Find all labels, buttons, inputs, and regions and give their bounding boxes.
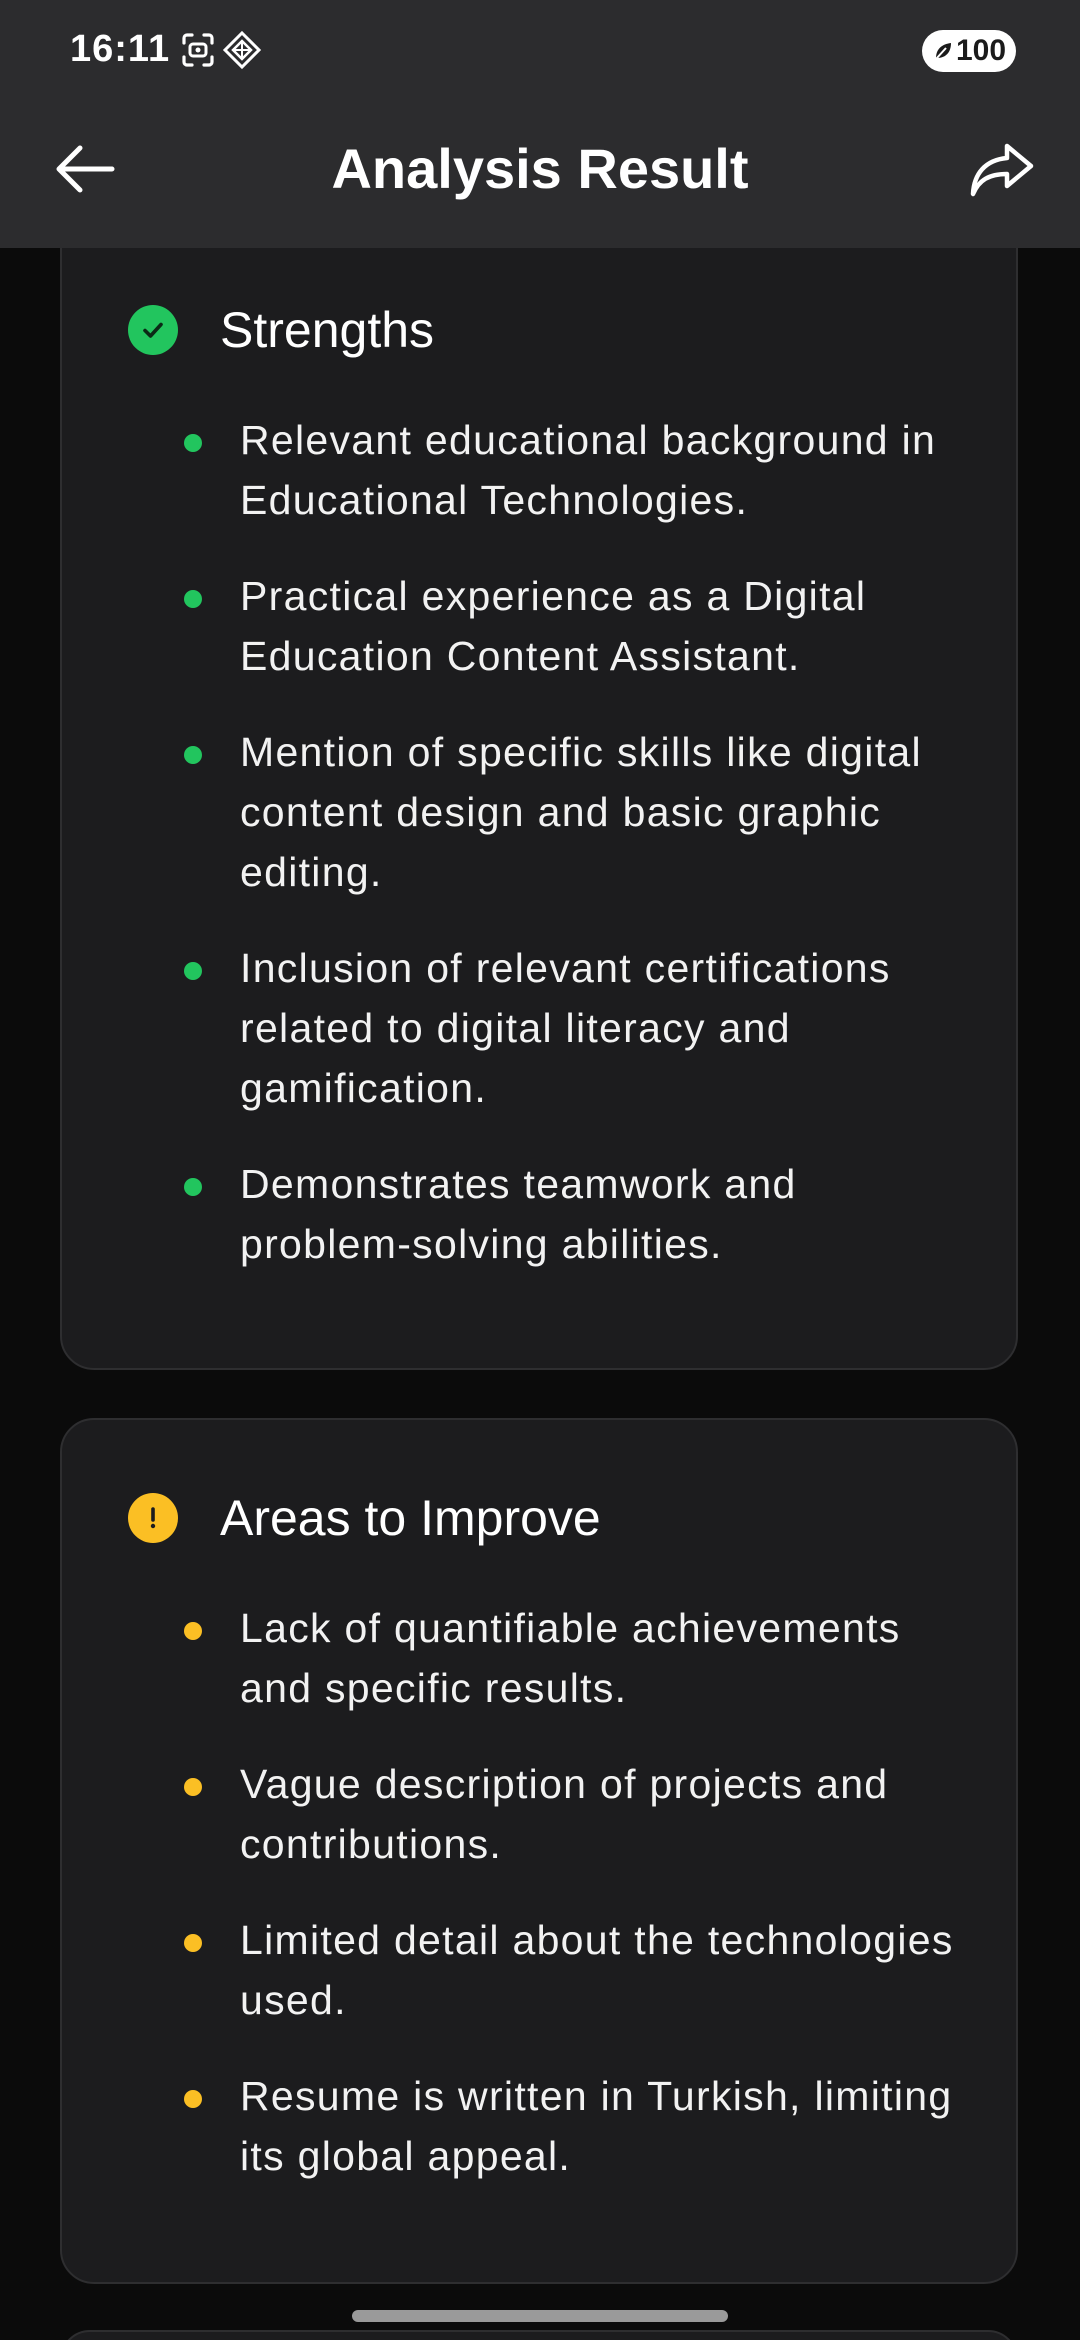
strengths-card: Strengths Relevant educational backgroun… — [60, 200, 1018, 1370]
battery-indicator: 100 — [922, 30, 1016, 72]
list-item: Lack of quantifiable achievements and sp… — [122, 1598, 976, 1718]
yellow-bullet-icon — [184, 2090, 202, 2108]
improve-text: Lack of quantifiable achievements and sp… — [240, 1605, 901, 1711]
next-card — [60, 2330, 1018, 2340]
strengths-header: Strengths — [128, 300, 434, 360]
strength-text: Mention of specific skills like digital … — [240, 729, 922, 895]
list-item: Inclusion of relevant certifications rel… — [122, 938, 976, 1118]
yellow-bullet-icon — [184, 1622, 202, 1640]
list-item: Limited detail about the technologies us… — [122, 1910, 976, 2030]
check-circle-icon — [128, 305, 178, 355]
green-bullet-icon — [184, 434, 202, 452]
improve-header: Areas to Improve — [128, 1488, 601, 1548]
green-bullet-icon — [184, 1178, 202, 1196]
status-time: 16:11 — [70, 28, 171, 70]
app-bar: 16:11 100 Analysis Result — [0, 0, 1080, 248]
improve-title: Areas to Improve — [220, 1490, 601, 1546]
strength-text: Practical experience as a Digital Educat… — [240, 573, 867, 679]
list-item: Resume is written in Turkish, limiting i… — [122, 2066, 976, 2186]
share-icon — [970, 143, 1034, 197]
yellow-bullet-icon — [184, 1778, 202, 1796]
diamond-app-icon — [222, 30, 262, 70]
list-item: Relevant educational background in Educa… — [122, 410, 976, 530]
status-bar: 16:11 100 — [0, 0, 1080, 104]
home-indicator[interactable] — [352, 2310, 728, 2322]
green-bullet-icon — [184, 962, 202, 980]
green-bullet-icon — [184, 746, 202, 764]
improve-card: Areas to Improve Lack of quantifiable ac… — [60, 1418, 1018, 2284]
green-bullet-icon — [184, 590, 202, 608]
screenshot-icon — [178, 30, 218, 70]
list-item: Demonstrates teamwork and problem-solvin… — [122, 1154, 976, 1274]
improve-list: Lack of quantifiable achievements and sp… — [122, 1598, 976, 2222]
page-title: Analysis Result — [331, 137, 749, 200]
strengths-title: Strengths — [220, 302, 435, 358]
list-item: Vague description of projects and contri… — [122, 1754, 976, 1874]
screen: 16:11 100 Analysis Result Strengths Rele… — [0, 0, 1080, 2340]
strength-text: Demonstrates teamwork and problem-solvin… — [240, 1161, 797, 1267]
exclamation-circle-icon — [128, 1493, 178, 1543]
battery-level: 100 — [955, 34, 1007, 67]
top-bar: Analysis Result — [0, 104, 1080, 248]
strengths-list: Relevant educational background in Educa… — [122, 410, 976, 1310]
improve-text: Limited detail about the technologies us… — [240, 1917, 954, 2023]
improve-text: Vague description of projects and contri… — [240, 1761, 889, 1867]
list-item: Practical experience as a Digital Educat… — [122, 566, 976, 686]
improve-text: Resume is written in Turkish, limiting i… — [240, 2073, 953, 2179]
strength-text: Relevant educational background in Educa… — [240, 417, 937, 523]
share-button[interactable] — [962, 132, 1042, 208]
yellow-bullet-icon — [184, 1934, 202, 1952]
list-item: Mention of specific skills like digital … — [122, 722, 976, 902]
strength-text: Inclusion of relevant certifications rel… — [240, 945, 891, 1111]
leaf-battery-icon — [935, 43, 951, 60]
